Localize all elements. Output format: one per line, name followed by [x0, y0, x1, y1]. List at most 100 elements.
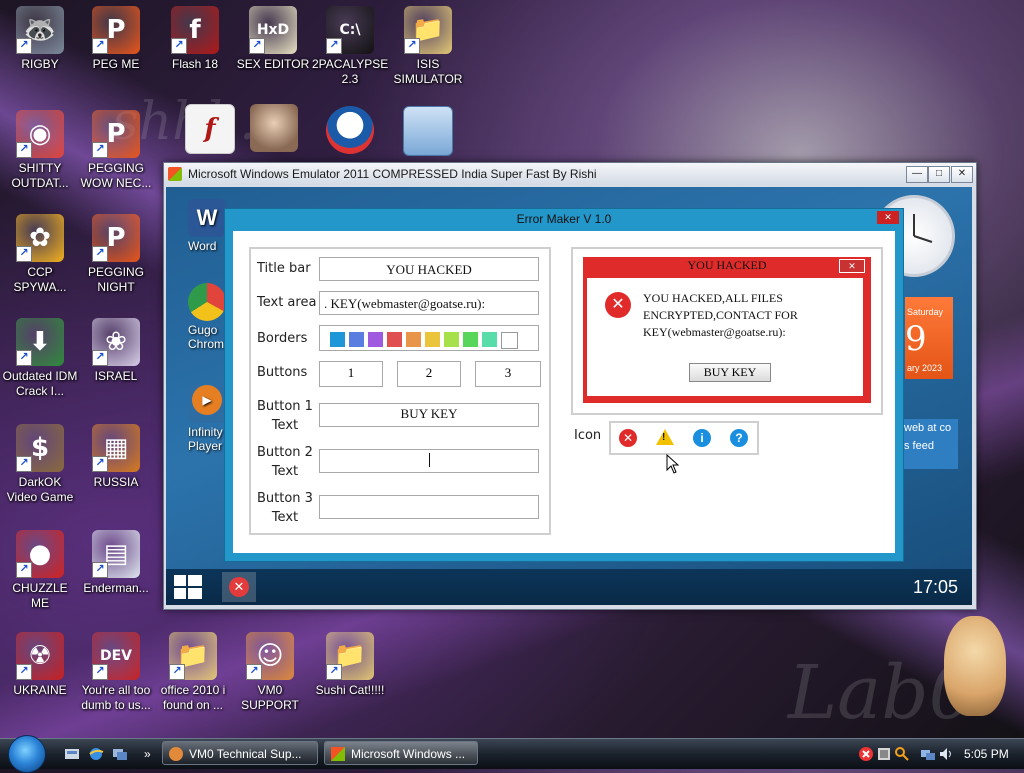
shortcut-arrow-icon: ↗: [16, 562, 32, 578]
desktop-icon-label: Outdated IDM Crack I...: [2, 369, 78, 398]
start-orb-button[interactable]: [8, 735, 46, 773]
network-icon[interactable]: [920, 746, 936, 762]
desktop-icon[interactable]: ⬇ ↗ Outdated IDM Crack I...: [2, 318, 78, 399]
border-color-swatch[interactable]: [501, 332, 518, 349]
calendar-date: 9: [905, 319, 927, 359]
desktop-icon[interactable]: DEV ↗ You're all too dumb to us...: [78, 632, 154, 713]
desktop-icon[interactable]: ❀ ↗ ISRAEL: [78, 318, 154, 384]
error-choice-icon[interactable]: ✕: [619, 429, 637, 447]
windows-start-icon[interactable]: [172, 573, 204, 601]
volume-icon[interactable]: [938, 746, 954, 762]
desktop-icon-image: 📁 ↗: [169, 632, 217, 680]
border-color-swatch[interactable]: [330, 332, 345, 347]
desktop-icon[interactable]: ▤ ↗ Enderman...: [78, 530, 154, 596]
preview-buy-key-button[interactable]: BUY KEY: [689, 363, 771, 382]
desktop-icon-image: ❀ ↗: [92, 318, 140, 366]
feed-gadget[interactable]: web at co s feed: [898, 419, 958, 469]
border-color-swatch[interactable]: [368, 332, 383, 347]
desktop-icon-label: PEGGING WOW NEC...: [80, 161, 152, 190]
border-color-swatch[interactable]: [387, 332, 402, 347]
desktop-icon[interactable]: $ ↗ DarkOK Video Game: [2, 424, 78, 505]
button3-text-label: Button 3 Text: [257, 491, 313, 525]
shortcut-arrow-icon: ↗: [326, 38, 342, 54]
button3-text-input[interactable]: [319, 495, 539, 519]
button1-text-label: Button 1 Text: [257, 399, 313, 433]
word-icon: W: [188, 199, 226, 237]
buttons-count-2-option[interactable]: 2: [397, 361, 461, 387]
shortcut-arrow-icon: ↗: [246, 664, 262, 680]
close-button[interactable]: ✕: [951, 166, 973, 183]
error-app-icon: ✕: [229, 577, 249, 597]
button1-text-input[interactable]: BUY KEY: [319, 403, 539, 427]
shortcut-arrow-icon: ↗: [404, 38, 420, 54]
taskbar-button-emulator[interactable]: Microsoft Windows ...: [324, 741, 478, 765]
border-color-swatch[interactable]: [406, 332, 421, 347]
desktop-icon[interactable]: ☢ ↗ UKRAINE: [2, 632, 78, 698]
search-tray-icon[interactable]: [894, 746, 910, 762]
player-label: Infinity Player: [188, 425, 223, 453]
border-color-swatch[interactable]: [482, 332, 497, 347]
window-app-icon[interactable]: [390, 106, 466, 159]
error-preview-window: YOU HACKED ✕ ✕ YOU HACKED,ALL FILES ENCR…: [583, 257, 871, 403]
desktop-icon[interactable]: ● ↗ CHUZZLE ME: [2, 530, 78, 611]
question-choice-icon[interactable]: ?: [730, 429, 748, 447]
desktop-icon[interactable]: 📁 ↗ Sushi Cat!!!!!: [312, 632, 388, 698]
error-maker-window: Error Maker V 1.0 ✕ Title bar YOU HACKED…: [224, 208, 904, 562]
desktop-icon[interactable]: ▦ ↗ RUSSIA: [78, 424, 154, 490]
quick-launch-overflow[interactable]: »: [144, 739, 151, 769]
maximize-button[interactable]: □: [928, 166, 950, 183]
app-tray-icon[interactable]: [876, 746, 892, 762]
error-maker-title[interactable]: Error Maker V 1.0: [225, 209, 903, 229]
desktop-icon-label: PEGGING NIGHT: [87, 265, 144, 294]
desktop-icon-label: UKRAINE: [13, 683, 67, 697]
obama-logo-icon[interactable]: [312, 106, 388, 157]
desktop-icon[interactable]: ◉ ↗ SHITTY OUTDAT...: [2, 110, 78, 191]
desktop-icon[interactable]: P ↗ PEG ME: [78, 6, 154, 72]
taskbar-button-vm0-support[interactable]: VM0 Technical Sup...: [162, 741, 318, 765]
calendar-day: Saturday: [907, 307, 944, 317]
mouse-cursor-icon: [666, 454, 680, 474]
error-maker-task-button[interactable]: ✕: [222, 572, 256, 602]
preview-close-button[interactable]: ✕: [839, 259, 865, 273]
desktop-icon-image: f ↗: [171, 6, 219, 54]
icon-label: Icon: [574, 428, 602, 443]
taskbar: » VM0 Technical Sup... Microsoft Windows…: [0, 735, 1024, 773]
chromium-icon: [188, 283, 226, 321]
text-area-input[interactable]: . KEY(webmaster@goatse.ru):: [319, 291, 539, 315]
show-desktop-icon[interactable]: [64, 746, 80, 762]
border-color-swatch[interactable]: [463, 332, 478, 347]
desktop-icon[interactable]: HxD ↗ SEX EDITOR: [235, 6, 311, 72]
border-color-swatch[interactable]: [425, 332, 440, 347]
ie-icon[interactable]: [88, 746, 104, 762]
border-color-swatch[interactable]: [444, 332, 459, 347]
calendar-month: ary 2023: [907, 363, 943, 373]
title-bar-input[interactable]: YOU HACKED: [319, 257, 539, 281]
buttons-count-1-option[interactable]: 1: [319, 361, 383, 387]
warning-choice-icon[interactable]: !: [656, 429, 674, 445]
desktop-icon[interactable]: C:\ ↗ 2PACALYPSE 2.3: [312, 6, 388, 87]
desktop-icon[interactable]: P ↗ PEGGING NIGHT: [78, 214, 154, 295]
desktop-icon[interactable]: 📁 ↗ office 2010 i found on ...: [155, 632, 231, 713]
portrait-icon[interactable]: [236, 104, 312, 155]
desktop-icon[interactable]: 📁 ↗ ISIS SIMULATOR: [390, 6, 466, 87]
emulator-title-bar[interactable]: Microsoft Windows Emulator 2011 COMPRESS…: [164, 163, 976, 185]
desktop-icon[interactable]: P ↗ PEGGING WOW NEC...: [78, 110, 154, 191]
security-alert-icon[interactable]: [858, 746, 874, 762]
error-maker-close-button[interactable]: ✕: [877, 211, 899, 224]
desktop-icon[interactable]: ✿ ↗ CCP SPYWA...: [2, 214, 78, 295]
chromium-label: Gugo Chromium: [188, 323, 244, 351]
desktop-icon[interactable]: ☺ ↗ VM0 SUPPORT: [232, 632, 308, 713]
border-color-swatch[interactable]: [349, 332, 364, 347]
desktop-icon-label: SHITTY OUTDAT...: [11, 161, 69, 190]
info-choice-icon[interactable]: i: [693, 429, 711, 447]
desktop-icon[interactable]: f ↗ Flash 18: [157, 6, 233, 72]
switch-windows-icon[interactable]: [112, 746, 128, 762]
text-caret: [429, 453, 430, 467]
desktop-icon[interactable]: 🦝 ↗ RIGBY: [2, 6, 78, 72]
error-icon: ✕: [605, 292, 631, 318]
buttons-count-3-option[interactable]: 3: [475, 361, 541, 387]
settings-panel: Title bar YOU HACKED Text area . KEY(web…: [249, 247, 551, 535]
minimize-button[interactable]: —: [906, 166, 928, 183]
taskbar-clock[interactable]: 5:05 PM: [964, 739, 1009, 769]
shortcut-arrow-icon: ↗: [16, 664, 32, 680]
